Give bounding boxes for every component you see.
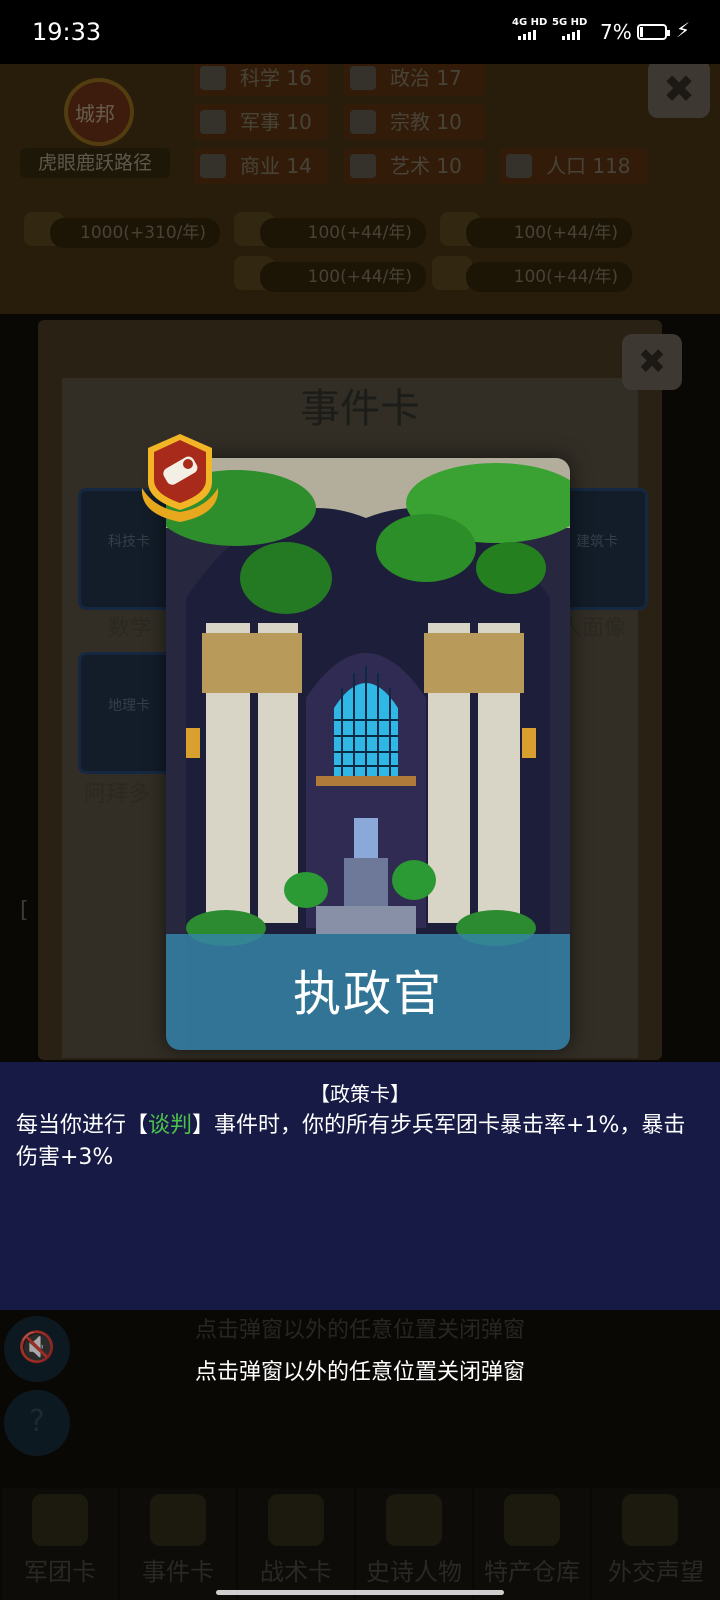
battery-icon (637, 24, 670, 40)
close-hint: 点击弹窗以外的任意位置关闭弹窗 (194, 1360, 525, 1385)
desc-before: 每当你进行【 (16, 1113, 149, 1138)
event-card: 执政官 (166, 458, 570, 1050)
home-indicator[interactable] (216, 1590, 504, 1595)
signal-icon (518, 30, 536, 40)
card-type: 【政策卡】 (310, 1082, 410, 1106)
card-name: 执政官 (292, 966, 443, 1022)
network-4g-label: 4G HD (512, 17, 548, 28)
battery-percent: 7% (600, 20, 632, 44)
card-description: 每当你进行【谈判】事件时，你的所有步兵军团卡暴击率+1%，暴击伤害+3% (16, 1110, 706, 1174)
status-bar: 19:33 4G HD 5G HD 7% ⚡ (0, 0, 720, 64)
network-5g-label: 5G HD (552, 17, 588, 28)
signal-icon-2 (562, 30, 580, 40)
desc-keyword: 谈判 (148, 1113, 193, 1138)
charging-icon: ⚡ (676, 18, 691, 42)
scroll-badge-icon (141, 434, 219, 522)
status-time: 19:33 (32, 18, 102, 46)
